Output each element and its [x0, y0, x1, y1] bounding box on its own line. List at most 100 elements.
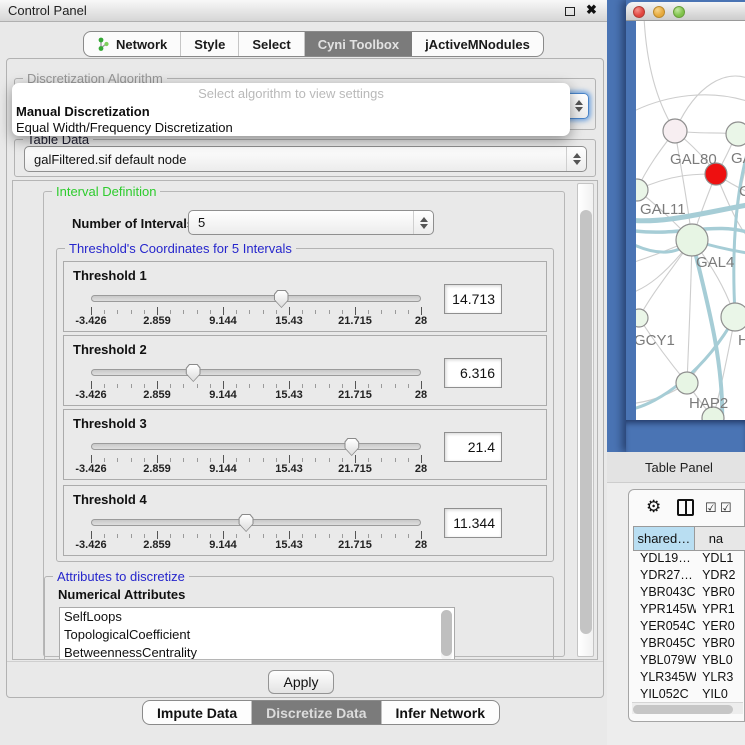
attribute-item[interactable]: TopologicalCoefficient [60, 626, 454, 644]
table-cell[interactable]: YBL079W [633, 653, 696, 670]
checkbox-icon[interactable]: ☑ [720, 500, 732, 516]
table-row[interactable]: YDL19…YDL1 [633, 551, 745, 568]
threshold-value-field[interactable]: 6.316 [444, 358, 502, 388]
table-cell[interactable]: YER0 [696, 619, 745, 636]
threshold-slider[interactable] [91, 443, 421, 451]
tab-network[interactable]: Network [84, 32, 181, 56]
column-header-shared-name[interactable]: shared… [633, 526, 695, 551]
combo-stepper-icon[interactable] [413, 211, 433, 234]
tab-jactivemnodules[interactable]: jActiveMNodules [412, 32, 543, 56]
attribute-item[interactable]: BetweennessCentrality [60, 644, 454, 660]
list-scrollbar-thumb[interactable] [441, 610, 452, 656]
table-cell[interactable]: YER054C [633, 619, 696, 636]
slider-tick [381, 384, 382, 388]
slider-handle[interactable] [274, 290, 289, 308]
table-scrollbar-thumb[interactable] [633, 705, 733, 714]
slider-track[interactable] [91, 443, 421, 450]
tab-infer-network[interactable]: Infer Network [382, 701, 499, 724]
table-cell[interactable]: YDR27… [633, 568, 696, 585]
slider-tick [368, 384, 369, 388]
network-canvas[interactable]: GAL80GACGAL11GAL4GCY1HHAP2 [636, 21, 745, 420]
network-node-label: GAL4 [696, 254, 734, 271]
combo-stepper-icon[interactable] [568, 94, 588, 118]
slider-tick [342, 310, 343, 314]
slider-tick [421, 381, 422, 389]
attributes-group: Attributes to discretize Numerical Attri… [44, 576, 554, 660]
table-cell[interactable]: YIL052C [633, 687, 696, 698]
slider-handle[interactable] [186, 364, 201, 382]
tab-select[interactable]: Select [239, 32, 304, 56]
tab-impute-data[interactable]: Impute Data [143, 701, 252, 724]
table-cell[interactable]: YPR145W [633, 602, 696, 619]
group-title: Interval Definition [52, 184, 160, 199]
dropdown-option-equal-width[interactable]: Equal Width/Frequency Discretization [12, 119, 570, 135]
slider-track[interactable] [91, 295, 421, 302]
zoom-traffic-light-icon[interactable] [673, 6, 685, 18]
table-cell[interactable]: YBR043C [633, 585, 696, 602]
threshold-value-field[interactable]: 21.4 [444, 432, 502, 462]
slider-handle[interactable] [344, 438, 359, 456]
tab-label: Infer Network [396, 705, 485, 721]
slider-tick [144, 310, 145, 314]
table-cell[interactable]: YIL0 [696, 687, 745, 698]
number-of-intervals-combobox[interactable]: 5 [188, 210, 434, 235]
checkbox-icon[interactable]: ☑ [705, 500, 717, 516]
node-table: shared… na YDL19…YDL1YDR27…YDR2YBR043CYB… [633, 526, 745, 698]
tab-style[interactable]: Style [181, 32, 239, 56]
slider-tick [104, 384, 105, 388]
slider-tick [236, 310, 237, 314]
table-horizontal-scrollbar[interactable] [632, 702, 743, 714]
float-window-icon[interactable] [565, 7, 575, 16]
table-cell[interactable]: YDL1 [696, 551, 745, 568]
list-scrollbar[interactable] [441, 610, 452, 660]
table-cell[interactable]: YPR1 [696, 602, 745, 619]
table-cell[interactable]: YLR3 [696, 670, 745, 687]
attribute-item[interactable]: SelfLoops [60, 608, 454, 626]
column-header-name[interactable]: na [695, 526, 745, 551]
table-row[interactable]: YER054CYER0 [633, 619, 745, 636]
numerical-attributes-list[interactable]: SelfLoopsTopologicalCoefficientBetweenne… [59, 607, 455, 660]
apply-button[interactable]: Apply [268, 670, 334, 694]
close-icon[interactable]: ✖ [586, 2, 597, 18]
table-cell[interactable]: YBR0 [696, 636, 745, 653]
table-row[interactable]: YPR145WYPR1 [633, 602, 745, 619]
control-panel-title: Control Panel [8, 3, 87, 18]
gear-icon[interactable]: ⚙ [646, 497, 661, 517]
close-traffic-light-icon[interactable] [633, 6, 645, 18]
slider-tick-label: -3.426 [75, 389, 106, 401]
table-data-combobox[interactable]: galFiltered.sif default node [24, 146, 587, 172]
panel-scrollbar-thumb[interactable] [580, 210, 592, 634]
split-view-icon[interactable] [677, 499, 694, 516]
table-cell[interactable]: YDL19… [633, 551, 696, 568]
bottom-tab-bar: Impute Data Discretize Data Infer Networ… [142, 700, 500, 725]
dropdown-option-manual[interactable]: Manual Discretization [12, 103, 570, 119]
table-cell[interactable]: YLR345W [633, 670, 696, 687]
threshold-slider[interactable] [91, 295, 421, 303]
table-row[interactable]: YIL052CYIL0 [633, 687, 745, 698]
panel-scrollbar[interactable] [577, 183, 594, 657]
table-cell[interactable]: YBR045C [633, 636, 696, 653]
slider-tick-label: -3.426 [75, 539, 106, 551]
table-cell[interactable]: YDR2 [696, 568, 745, 585]
table-row[interactable]: YLR345WYLR3 [633, 670, 745, 687]
slider-tick-label: 9.144 [209, 539, 237, 551]
threshold-value-field[interactable]: 14.713 [444, 284, 502, 314]
table-row[interactable]: YBR043CYBR0 [633, 585, 745, 602]
slider-tick [91, 381, 92, 389]
slider-handle[interactable] [239, 514, 254, 532]
table-row[interactable]: YDR27…YDR2 [633, 568, 745, 585]
combo-stepper-icon[interactable] [566, 147, 586, 171]
table-row[interactable]: YBR045CYBR0 [633, 636, 745, 653]
threshold-slider[interactable] [91, 369, 421, 377]
slider-track[interactable] [91, 369, 421, 376]
slider-tick [381, 310, 382, 314]
minimize-traffic-light-icon[interactable] [653, 6, 665, 18]
slider-track[interactable] [91, 519, 421, 526]
table-cell[interactable]: YBL0 [696, 653, 745, 670]
tab-discretize-data[interactable]: Discretize Data [252, 701, 381, 724]
tab-cyni-toolbox[interactable]: Cyni Toolbox [305, 32, 412, 56]
table-row[interactable]: YBL079WYBL0 [633, 653, 745, 670]
threshold-value-field[interactable]: 11.344 [444, 508, 502, 538]
table-cell[interactable]: YBR0 [696, 585, 745, 602]
threshold-slider[interactable] [91, 519, 421, 527]
